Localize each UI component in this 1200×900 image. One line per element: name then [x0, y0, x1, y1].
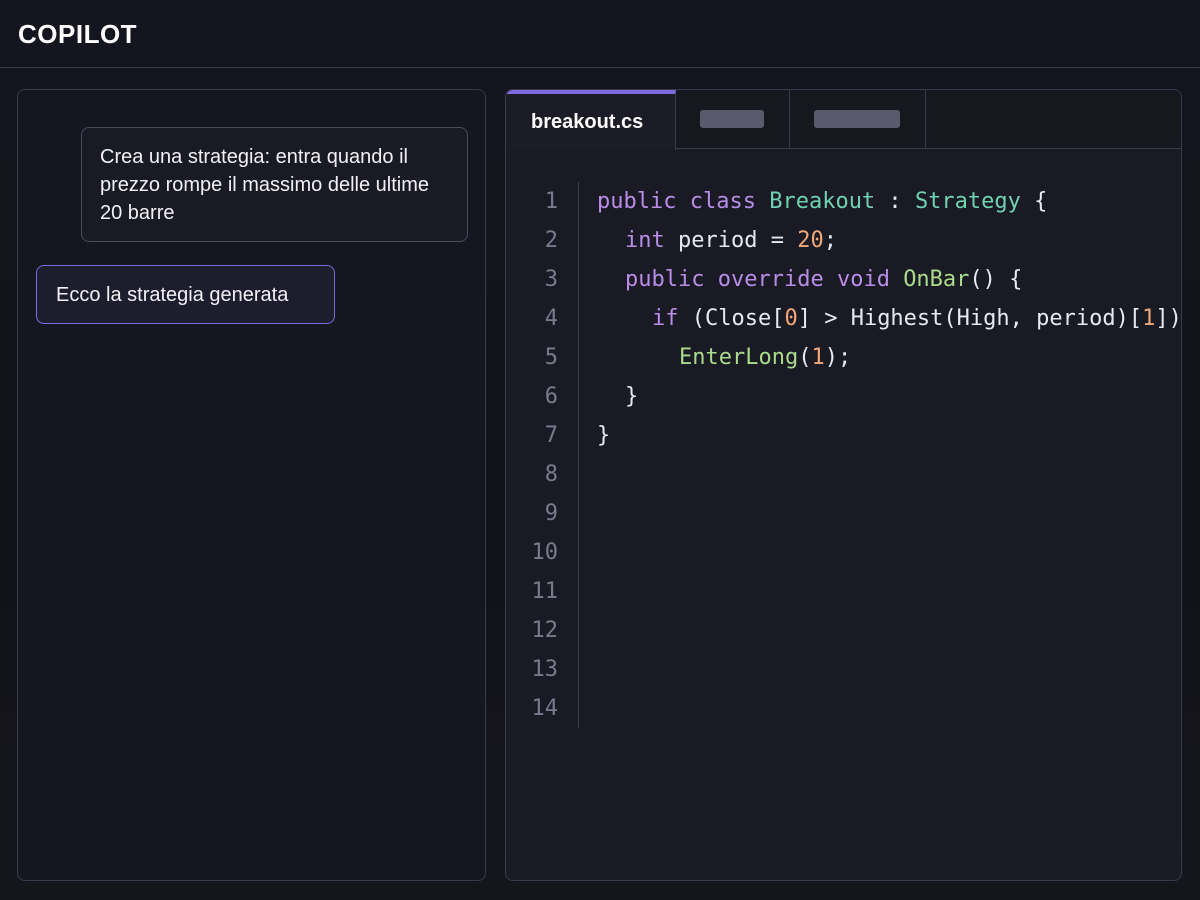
line-number-gutter: 1 2 3 4 5 6 7 8 9 10 11 12 13 14 — [506, 182, 579, 728]
line-number: 6 — [544, 384, 558, 409]
line-number: 13 — [531, 657, 559, 682]
code-token-punctuation: ; — [823, 228, 837, 253]
code-line-2: int period = 20; — [625, 221, 837, 260]
line-number: 8 — [544, 462, 558, 487]
code-editor-panel: breakout.cs 1 2 3 4 5 6 7 8 9 10 11 12 1… — [505, 89, 1182, 881]
code-token-keyword: void — [836, 267, 890, 292]
code-line-4: if (Close[0] > Highest(High, period)[1]) — [652, 299, 1182, 338]
code-token-number: 20 — [797, 228, 824, 253]
code-token-punctuation: () { — [969, 267, 1023, 292]
code-token-plain: period = — [664, 228, 798, 253]
code-token-keyword: override — [717, 267, 824, 292]
top-bar: COPILOT — [0, 0, 1200, 68]
line-number: 5 — [544, 345, 558, 370]
line-number: 12 — [531, 618, 559, 643]
line-number: 3 — [544, 267, 558, 292]
code-token-keyword: public — [625, 267, 705, 292]
code-token-number: 1 — [811, 345, 825, 370]
code-token-keyword: if — [652, 306, 679, 331]
line-number: 4 — [544, 306, 558, 331]
line-number: 14 — [531, 696, 559, 721]
code-token-function: EnterLong — [679, 345, 799, 370]
code-token-type: Breakout — [769, 189, 876, 214]
tab-label-placeholder — [814, 110, 900, 128]
line-number: 10 — [531, 540, 559, 565]
code-token-number: 0 — [784, 306, 798, 331]
code-token-punctuation: ]) — [1155, 306, 1182, 331]
code-line-7: } — [597, 416, 610, 455]
line-number: 2 — [544, 228, 558, 253]
code-line-3: public override void OnBar() { — [625, 260, 1022, 299]
code-token-keyword: public — [597, 189, 677, 214]
line-number: 9 — [544, 501, 558, 526]
code-line-6: } — [625, 377, 638, 416]
code-line-1: public class Breakout : Strategy { — [597, 182, 1047, 221]
user-message: Crea una strategia: entra quando il prez… — [81, 127, 468, 242]
line-number: 7 — [544, 423, 558, 448]
code-token-keyword: int — [625, 228, 665, 253]
line-number: 1 — [544, 189, 558, 214]
tab-label-placeholder — [700, 110, 764, 128]
tab-breakout-cs[interactable]: breakout.cs — [506, 90, 676, 150]
code-token-punctuation: { — [1020, 189, 1048, 214]
tab-label: breakout.cs — [531, 111, 644, 133]
code-token-type: Strategy — [914, 189, 1021, 214]
code-token-punctuation: ( — [798, 345, 812, 370]
code-line-5: EnterLong(1); — [679, 338, 851, 377]
code-token-punctuation: ); — [824, 345, 852, 370]
copilot-app: COPILOT Crea una strategia: entra quando… — [0, 0, 1200, 900]
code-token-punctuation: } — [597, 423, 611, 448]
code-token-plain: ] > Highest(High, period)[ — [797, 306, 1143, 331]
app-title: COPILOT — [18, 19, 138, 49]
code-token-function: OnBar — [903, 267, 970, 292]
tab-placeholder-2[interactable] — [676, 90, 790, 149]
tab-placeholder-3[interactable] — [790, 90, 926, 149]
code-token-keyword: class — [689, 189, 756, 214]
code-token-punctuation: : — [875, 189, 915, 214]
code-token-plain: (Close[ — [678, 306, 785, 331]
code-token-number: 1 — [1142, 306, 1156, 331]
line-number: 11 — [531, 579, 559, 604]
editor-tab-bar: breakout.cs — [506, 90, 1181, 150]
chat-panel[interactable]: Crea una strategia: entra quando il prez… — [17, 89, 486, 881]
assistant-message: Ecco la strategia generata — [36, 265, 335, 324]
code-token-punctuation: } — [625, 384, 639, 409]
